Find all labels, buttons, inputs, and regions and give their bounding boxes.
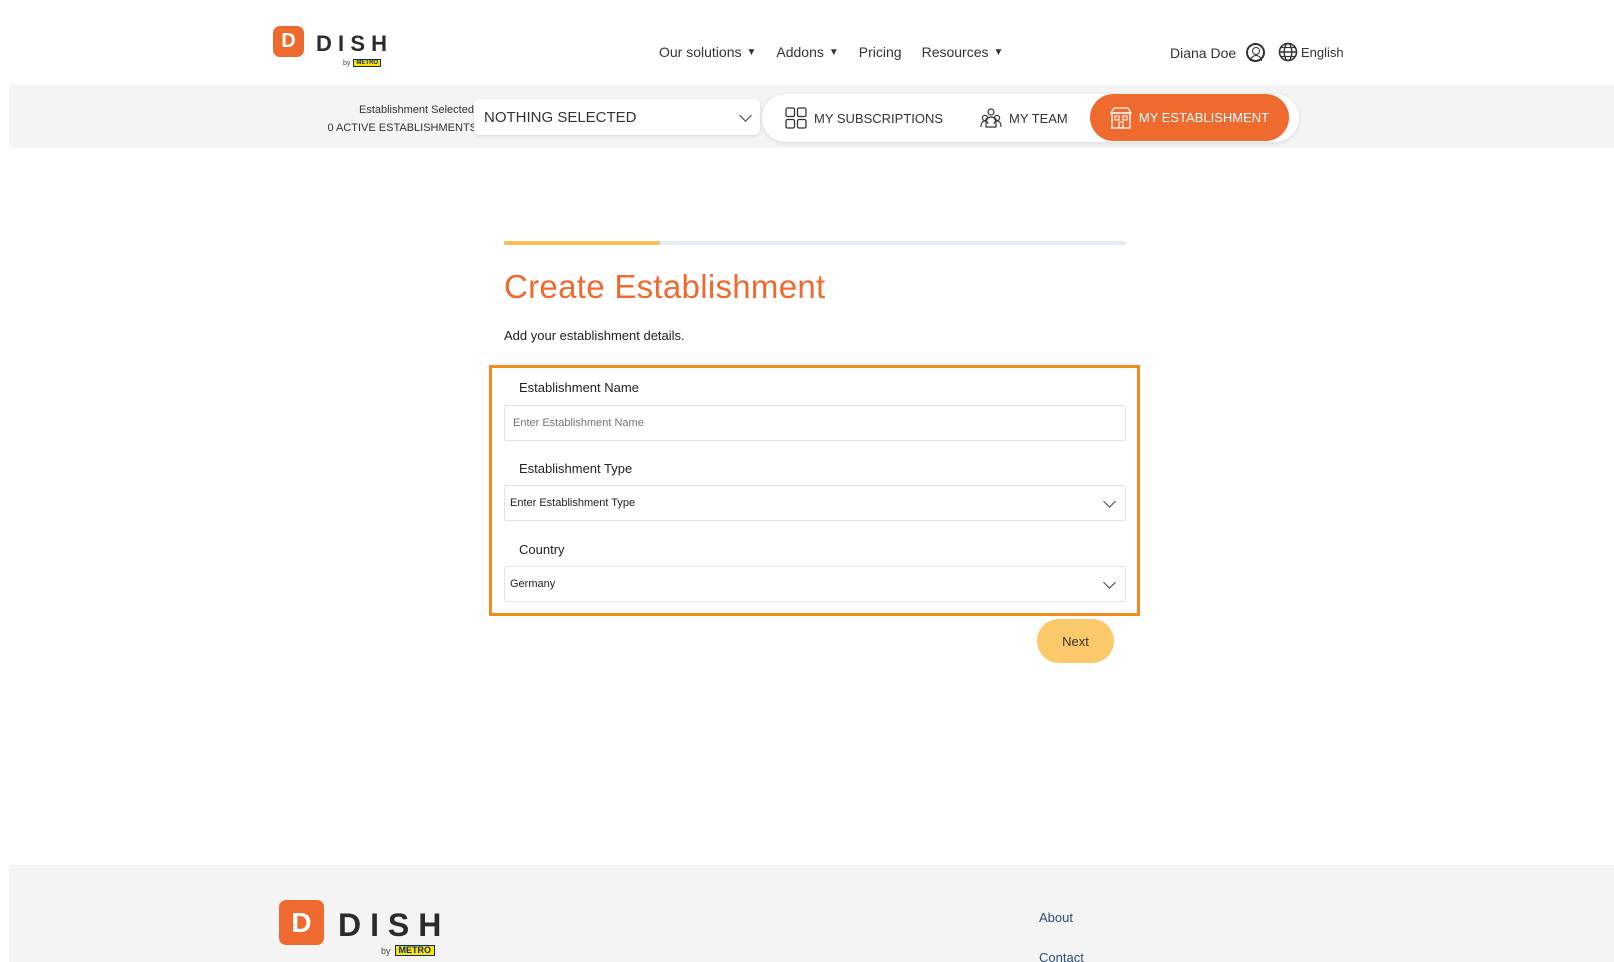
tab-label: MY SUBSCRIPTIONS <box>814 110 944 126</box>
tab-my-establishment[interactable]: MY ESTABLISHMENT <box>1090 94 1289 141</box>
wizard-progress-bar <box>504 241 1126 245</box>
chevron-down-icon <box>1103 575 1116 589</box>
language-label: English <box>1301 44 1344 60</box>
nav-item-label: Our solutions <box>659 44 742 60</box>
dish-logo-mark: D <box>279 900 324 945</box>
country-select[interactable]: Germany <box>504 566 1126 602</box>
by-metro-tag: by METRO <box>381 945 436 956</box>
nav-pricing[interactable]: Pricing <box>859 44 902 60</box>
establishment-name-label: Establishment Name <box>519 380 639 395</box>
nav-addons[interactable]: Addons ▼ <box>776 44 838 60</box>
top-header: D DISH by METRO Our solutions ▼ Addons ▼… <box>0 0 1614 85</box>
user-circle-icon <box>1246 43 1266 62</box>
dish-logo-mark: D <box>273 26 304 57</box>
caret-down-icon: ▼ <box>828 46 839 58</box>
language-selector[interactable]: English <box>1278 42 1344 62</box>
dish-logo-text: DISH <box>338 907 451 943</box>
footer: D DISH by METRO About Contact <box>9 865 1614 962</box>
nav-item-label: Pricing <box>858 44 902 60</box>
country-label: Country <box>519 542 565 557</box>
chevron-down-icon <box>739 108 752 122</box>
next-button[interactable]: Next <box>1037 619 1114 663</box>
nav-item-label: Resources <box>921 44 989 60</box>
establishment-name-input[interactable] <box>504 405 1126 441</box>
metro-badge: METRO <box>353 59 382 67</box>
tab-my-subscriptions[interactable]: MY SUBSCRIPTIONS <box>785 94 943 142</box>
dish-logo-text: DISH <box>316 31 394 56</box>
by-text: by <box>343 59 351 67</box>
caret-down-icon: ▼ <box>993 46 1004 58</box>
establishment-selected-label: Establishment Selected: 0 ACTIVE ESTABLI… <box>319 101 477 137</box>
footer-link-about[interactable]: About <box>1039 910 1073 925</box>
establishment-selected-text: Establishment Selected: <box>358 104 477 116</box>
user-name: Diana Doe <box>1170 44 1237 61</box>
page-title: Create Establishment <box>504 268 826 305</box>
main-navigation: Our solutions ▼ Addons ▼ Pricing Resourc… <box>659 44 1023 60</box>
nav-item-label: Addons <box>776 44 824 60</box>
grid-icon <box>785 107 807 129</box>
establishment-form: Establishment Name Establishment Type En… <box>489 365 1140 616</box>
active-establishments-count: 0 ACTIVE ESTABLISHMENTS <box>327 122 477 134</box>
by-metro-tag: by METRO <box>343 59 382 67</box>
establishment-select[interactable]: NOTHING SELECTED <box>474 99 760 135</box>
establishment-type-value: Enter Establishment Type <box>510 497 636 509</box>
user-account-menu[interactable]: Diana Doe <box>1170 43 1266 62</box>
page-subtitle: Add your establishment details. <box>504 328 685 343</box>
dish-logo[interactable]: D DISH by METRO <box>273 26 394 67</box>
nav-our-solutions[interactable]: Our solutions ▼ <box>659 44 756 60</box>
footer-dish-logo[interactable]: D DISH by METRO <box>279 900 451 956</box>
tab-my-team[interactable]: MY TEAM <box>980 94 1068 142</box>
country-value: Germany <box>510 578 556 590</box>
nav-resources[interactable]: Resources ▼ <box>922 44 1004 60</box>
footer-link-contact[interactable]: Contact <box>1039 950 1084 962</box>
building-icon <box>1109 106 1132 129</box>
caret-down-icon: ▼ <box>746 46 757 58</box>
establishment-type-select[interactable]: Enter Establishment Type <box>504 485 1126 521</box>
chevron-down-icon <box>1103 494 1116 508</box>
wizard-progress-fill <box>504 241 660 245</box>
by-text: by <box>381 945 391 956</box>
globe-icon <box>1278 42 1298 62</box>
tab-label: MY TEAM <box>1009 110 1068 126</box>
account-tabs: MY SUBSCRIPTIONS MY TEAM MY ESTABLISHMEN… <box>762 94 1299 142</box>
metro-badge: METRO <box>394 945 436 956</box>
tab-label: MY ESTABLISHMENT <box>1138 110 1270 125</box>
establishment-select-value: NOTHING SELECTED <box>484 108 637 126</box>
establishment-bar: Establishment Selected: 0 ACTIVE ESTABLI… <box>9 85 1614 148</box>
team-icon <box>980 108 1002 128</box>
establishment-type-label: Establishment Type <box>519 461 633 476</box>
